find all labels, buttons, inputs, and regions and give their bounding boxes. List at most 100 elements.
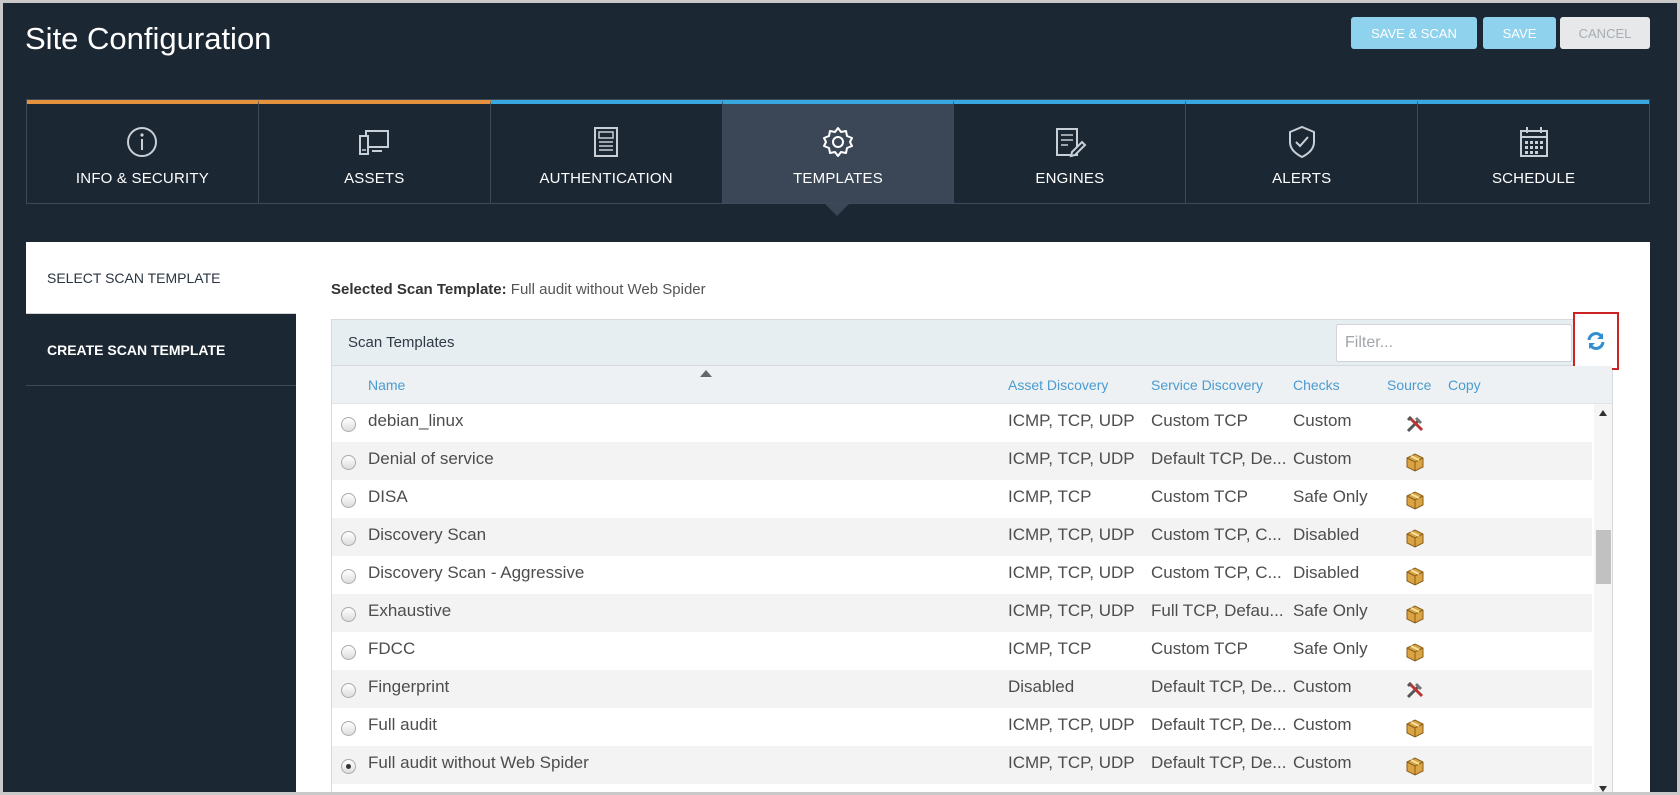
grid-scrollbar[interactable]: [1594, 404, 1612, 792]
column-asset-discovery[interactable]: Asset Discovery: [1008, 377, 1108, 393]
cell-asset-discovery: ICMP, TCP, UDP: [1008, 715, 1135, 734]
table-row[interactable]: Fingerprint Disabled Default TCP, De... Cus…: [332, 670, 1592, 708]
config-tabs: INFO & SECURITY ASSETS AUTHENTICATION TE…: [26, 99, 1650, 204]
package-icon: [1404, 717, 1426, 739]
table-row[interactable]: DISA ICMP, TCP Custom TCP Safe Only: [332, 480, 1592, 518]
row-radio[interactable]: [341, 759, 356, 774]
tools-icon: [1404, 413, 1426, 435]
cell-service-discovery: Default TCP, De...: [1151, 715, 1287, 734]
tab-schedule[interactable]: SCHEDULE: [1418, 100, 1650, 203]
cell-checks: Safe Only: [1293, 601, 1368, 620]
tab-label: ALERTS: [1272, 170, 1332, 187]
cell-checks: Custom: [1293, 753, 1352, 772]
cell-checks: Safe Only: [1293, 487, 1368, 506]
tab-alerts[interactable]: ALERTS: [1186, 100, 1419, 203]
scroll-down-icon[interactable]: [1599, 786, 1607, 792]
column-checks[interactable]: Checks: [1293, 377, 1340, 393]
cell-asset-discovery: ICMP, TCP, UDP: [1008, 753, 1135, 772]
cell-name: Full audit without Web Spider: [368, 753, 589, 772]
cell-service-discovery: Custom TCP, C...: [1151, 525, 1282, 544]
cell-service-discovery: Custom TCP: [1151, 639, 1248, 658]
row-radio[interactable]: [341, 531, 356, 546]
refresh-button[interactable]: [1573, 312, 1619, 370]
selected-template-value: Full audit without Web Spider: [510, 281, 706, 298]
table-row[interactable]: Full audit ICMP, TCP, UDP Default TCP, De.…: [332, 708, 1592, 746]
cell-service-discovery: Default TCP, De...: [1151, 677, 1287, 696]
scroll-up-icon[interactable]: [1599, 410, 1607, 416]
row-radio[interactable]: [341, 493, 356, 508]
active-tab-pointer: [825, 204, 849, 216]
row-radio[interactable]: [341, 645, 356, 660]
table-row[interactable]: debian_linux ICMP, TCP, UDP Custom TCP Cust…: [332, 404, 1592, 442]
column-service-discovery[interactable]: Service Discovery: [1151, 377, 1263, 393]
tab-templates[interactable]: TEMPLATES: [722, 100, 955, 203]
table-row[interactable]: FDCC ICMP, TCP Custom TCP Safe Only: [332, 632, 1592, 670]
selected-template-label: Selected Scan Template:: [331, 281, 507, 298]
template-rows: debian_linux ICMP, TCP, UDP Custom TCP Cust…: [332, 404, 1592, 792]
cell-name: Discovery Scan - Aggressive: [368, 563, 585, 582]
filter-input[interactable]: [1336, 324, 1572, 362]
cell-name: FDCC: [368, 639, 416, 658]
cell-name: Full audit: [368, 715, 437, 734]
selected-template-line: Selected Scan Template: Full audit witho…: [331, 281, 706, 298]
cell-asset-discovery: ICMP, TCP, UDP: [1008, 525, 1135, 544]
tab-label: TEMPLATES: [793, 170, 883, 187]
grid-header: Scan Templates: [332, 312, 1619, 370]
column-copy[interactable]: Copy: [1448, 377, 1481, 393]
row-radio[interactable]: [341, 455, 356, 470]
cell-service-discovery: Custom TCP: [1151, 411, 1248, 430]
cell-checks: Safe Only: [1293, 639, 1368, 658]
save-button[interactable]: SAVE: [1483, 17, 1556, 49]
calendar-icon: [1519, 127, 1548, 157]
table-row[interactable]: Discovery Scan ICMP, TCP, UDP Custom TCP, …: [332, 518, 1592, 556]
package-icon: [1404, 755, 1426, 777]
cell-service-discovery: Full TCP, Defau...: [1151, 601, 1284, 620]
row-radio[interactable]: [341, 683, 356, 698]
tab-label: SCHEDULE: [1491, 170, 1576, 187]
cell-name: Fingerprint: [368, 677, 450, 696]
sidebar-item-select-scan-template[interactable]: SELECT SCAN TEMPLATE: [26, 242, 296, 314]
column-source[interactable]: Source: [1387, 377, 1431, 393]
row-radio[interactable]: [341, 607, 356, 622]
package-icon: [1404, 451, 1426, 473]
scroll-thumb[interactable]: [1596, 530, 1611, 584]
cell-name: Denial of service: [368, 449, 494, 468]
cell-service-discovery: Custom TCP: [1151, 487, 1248, 506]
tab-label: ASSETS: [344, 170, 405, 187]
tab-engines[interactable]: ENGINES: [954, 100, 1187, 203]
row-radio[interactable]: [341, 569, 356, 584]
row-radio[interactable]: [341, 721, 356, 736]
sidebar: SELECT SCAN TEMPLATE CREATE SCAN TEMPLAT…: [26, 242, 296, 792]
sidebar-item-create-scan-template[interactable]: CREATE SCAN TEMPLATE: [26, 314, 296, 386]
tools-icon: [1404, 679, 1426, 701]
authentication-icon: [594, 127, 619, 157]
table-row[interactable]: Full audit without Web Spider ICMP, TCP, …: [332, 746, 1592, 784]
main-content: Selected Scan Template: Full audit witho…: [296, 242, 1650, 792]
cancel-button[interactable]: CANCEL: [1560, 17, 1650, 49]
tab-label: ENGINES: [1035, 170, 1105, 187]
cell-service-discovery: Default TCP, De...: [1151, 449, 1287, 468]
table-row[interactable]: Denial of service ICMP, TCP, UDP Default T…: [332, 442, 1592, 480]
cell-checks: Custom: [1293, 715, 1352, 734]
package-icon: [1404, 565, 1426, 587]
cell-name: DISA: [368, 487, 408, 506]
tab-info-security[interactable]: INFO & SECURITY: [27, 100, 259, 203]
refresh-icon: [1587, 332, 1605, 350]
cell-service-discovery: Custom TCP, C...: [1151, 563, 1282, 582]
row-radio[interactable]: [341, 417, 356, 432]
tab-label: INFO & SECURITY: [75, 170, 209, 187]
table-row[interactable]: Exhaustive ICMP, TCP, UDP Full TCP, Defau.…: [332, 594, 1592, 632]
cell-asset-discovery: ICMP, TCP: [1008, 639, 1092, 658]
grid-title: Scan Templates: [348, 334, 455, 351]
table-row[interactable]: Discovery Scan - Aggressive ICMP, TCP, UD…: [332, 556, 1592, 594]
save-and-scan-button[interactable]: SAVE & SCAN: [1351, 17, 1477, 49]
cell-checks: Custom: [1293, 449, 1352, 468]
column-name[interactable]: Name: [368, 377, 405, 393]
tab-authentication[interactable]: AUTHENTICATION: [490, 100, 723, 203]
cell-name: Discovery Scan: [368, 525, 487, 544]
site-configuration-window: Site Configuration SAVE & SCAN SAVE CANC…: [0, 0, 1680, 795]
tab-assets[interactable]: ASSETS: [258, 100, 491, 203]
cell-checks: Custom: [1293, 411, 1352, 430]
sort-ascending-icon[interactable]: [700, 370, 712, 377]
engine-edit-icon: [1055, 128, 1087, 158]
